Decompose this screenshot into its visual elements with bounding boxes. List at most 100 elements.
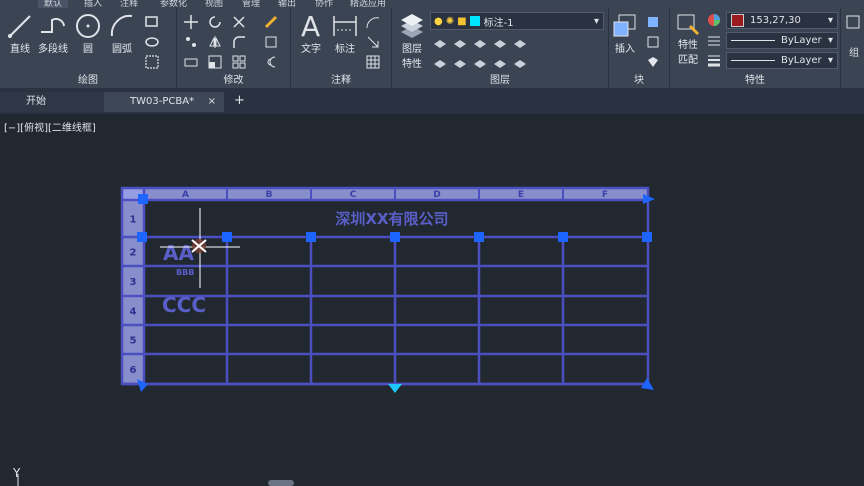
match-properties-button[interactable]: 特性 匹配 — [674, 12, 702, 66]
column-header-B[interactable]: B — [266, 190, 273, 200]
lineweight-icon[interactable] — [706, 52, 722, 68]
properties-panel-title[interactable]: 特性 — [670, 71, 840, 86]
offset-icon[interactable] — [263, 54, 279, 70]
groups-panel: 组 — [841, 8, 864, 88]
color-wheel-icon[interactable] — [706, 12, 722, 28]
multileader-icon[interactable] — [365, 34, 381, 50]
viewport-controls[interactable]: [−][俯视][二维线框] — [4, 119, 96, 134]
text-tool-label: 文字 — [301, 44, 321, 55]
cell-a2-text[interactable]: AA — [163, 241, 194, 265]
color-dropdown[interactable]: 153,27,30 ▾ — [726, 12, 838, 29]
arc-tool-button[interactable]: 圆弧 — [108, 12, 136, 55]
array-icon[interactable] — [231, 54, 247, 70]
line-tool-button[interactable]: 直线 — [6, 12, 34, 55]
annotation-panel-title[interactable]: 注释 — [291, 71, 391, 86]
groups-label[interactable]: 组 — [849, 44, 859, 59]
column-grip[interactable] — [137, 232, 147, 242]
scale-icon[interactable] — [207, 54, 223, 70]
rectangle-icon[interactable] — [144, 14, 160, 30]
column-grip[interactable] — [306, 232, 316, 242]
match-label-2: 匹配 — [678, 55, 698, 66]
layer-unlock-icon[interactable] — [492, 54, 508, 70]
trim-icon[interactable] — [231, 14, 247, 30]
row-header-2[interactable]: 2 — [130, 248, 137, 259]
column-header-C[interactable]: C — [350, 190, 357, 200]
layers-panel-title[interactable]: 图层 — [392, 71, 608, 86]
close-tab-icon[interactable]: × — [208, 92, 216, 112]
circle-tool-button[interactable]: 圆 — [74, 12, 102, 55]
layer-label-2: 特性 — [402, 59, 422, 70]
line-tool-label: 直线 — [10, 44, 30, 55]
rotate-icon[interactable] — [207, 14, 223, 30]
layer-lock-icon[interactable] — [492, 34, 508, 50]
mirror-icon[interactable] — [207, 34, 223, 50]
linetype-dropdown[interactable]: ByLayer ▾ — [726, 32, 838, 49]
tab-drawing[interactable]: TW03-PCBA* × — [104, 92, 224, 112]
column-grip[interactable] — [390, 232, 400, 242]
linetype-icon[interactable] — [706, 32, 722, 48]
leader-icon[interactable] — [365, 14, 381, 30]
hatch-icon[interactable] — [144, 54, 160, 70]
block-attribute-icon[interactable] — [645, 54, 661, 70]
ellipse-icon[interactable] — [144, 34, 160, 50]
column-grip[interactable] — [642, 232, 652, 242]
column-header-E[interactable]: E — [518, 190, 524, 200]
draw-panel-title[interactable]: 绘图 — [0, 71, 176, 86]
layer-unisolate-icon[interactable] — [452, 54, 468, 70]
table-width-grip[interactable] — [643, 194, 655, 204]
column-header-F[interactable]: F — [602, 190, 608, 200]
text-a-icon: A — [301, 10, 320, 40]
new-tab-button[interactable]: + — [234, 93, 245, 108]
group-icon[interactable] — [845, 14, 861, 30]
table-height-grip[interactable] — [388, 384, 402, 393]
lock-icon: ■ — [457, 15, 467, 27]
column-header-strip — [122, 188, 648, 200]
table-corner-grip-bottom-left[interactable] — [137, 379, 148, 392]
move-icon[interactable] — [183, 14, 199, 30]
column-header-D[interactable]: D — [433, 190, 440, 200]
layer-walk-icon[interactable] — [512, 54, 528, 70]
lineweight-value: ByLayer — [781, 55, 822, 66]
block-panel-title[interactable]: 块 — [609, 71, 669, 86]
copy-icon[interactable] — [183, 34, 199, 50]
layer-isolate-icon[interactable] — [452, 34, 468, 50]
polyline-tool-button[interactable]: 多段线 — [38, 12, 68, 55]
row-header-3[interactable]: 3 — [130, 277, 137, 288]
selection-grips[interactable] — [137, 194, 652, 242]
create-block-icon[interactable] — [645, 14, 661, 30]
column-grip[interactable] — [474, 232, 484, 242]
column-header-A[interactable]: A — [182, 190, 189, 200]
scroll-handle[interactable] — [268, 480, 294, 486]
layer-properties-button[interactable]: 图层 特性 — [398, 12, 426, 70]
cell-a2-subtext[interactable]: BBB — [176, 268, 194, 277]
lineweight-dropdown[interactable]: ByLayer ▾ — [726, 52, 838, 69]
cell-a4-text[interactable]: CCC — [162, 293, 206, 317]
modify-panel-title[interactable]: 修改 — [177, 71, 290, 86]
table-title-text[interactable]: 深圳XX有限公司 — [335, 210, 448, 228]
layer-off-icon[interactable] — [432, 34, 448, 50]
polyline-tool-label: 多段线 — [38, 44, 68, 55]
row-header-1[interactable]: 1 — [130, 215, 137, 226]
layer-dropdown[interactable]: ● ✺ ■ 标注-1 ▾ — [430, 12, 604, 30]
table-corner-grip-bottom-right[interactable] — [641, 378, 654, 390]
erase-icon[interactable] — [263, 14, 279, 30]
fillet-icon[interactable] — [231, 34, 247, 50]
layer-match-icon[interactable] — [512, 34, 528, 50]
row-header-4[interactable]: 4 — [130, 307, 137, 318]
grip-top-left[interactable] — [138, 194, 148, 204]
polyline-icon — [41, 17, 65, 33]
row-header-5[interactable]: 5 — [130, 336, 137, 347]
layer-thaw-icon[interactable] — [472, 54, 488, 70]
text-tool-button[interactable]: A 文字 — [297, 10, 325, 55]
stretch-icon[interactable] — [183, 54, 199, 70]
column-grip[interactable] — [222, 232, 232, 242]
row-header-6[interactable]: 6 — [130, 365, 137, 376]
layer-on-icon[interactable] — [432, 54, 448, 70]
column-grip[interactable] — [558, 232, 568, 242]
dimension-tool-button[interactable]: 标注 — [331, 12, 359, 55]
table-icon[interactable] — [365, 54, 381, 70]
edit-block-icon[interactable] — [645, 34, 661, 50]
explode-icon[interactable] — [263, 34, 279, 50]
insert-block-button[interactable]: 插入 — [611, 12, 639, 55]
layer-freeze-icon[interactable] — [472, 34, 488, 50]
